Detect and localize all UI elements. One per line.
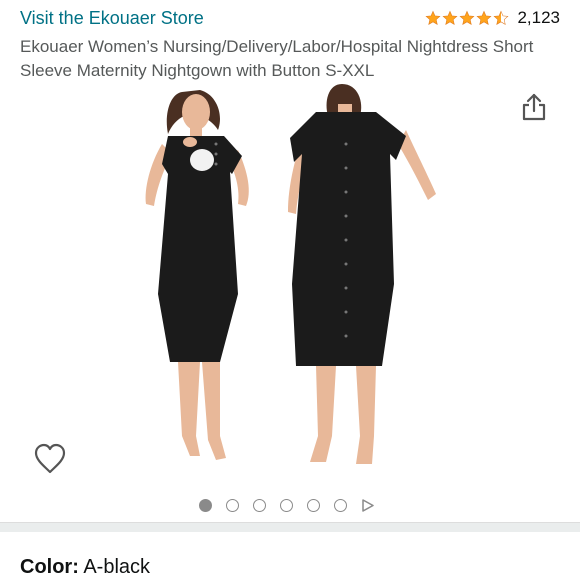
star-icon (459, 10, 475, 25)
gallery-pagination[interactable] (199, 499, 374, 512)
rating-count: 2,123 (517, 8, 560, 27)
gallery-dot-active[interactable] (199, 499, 212, 512)
half-star-icon (493, 10, 509, 25)
image-gallery[interactable] (0, 84, 580, 494)
product-title: Ekouaer Women’s Nursing/Delivery/Labor/H… (20, 37, 534, 80)
play-triangle-icon[interactable] (361, 499, 374, 512)
color-variation: Color: A-black (20, 556, 150, 579)
gallery-dot[interactable] (253, 499, 266, 512)
color-value: A-black (83, 556, 151, 578)
gallery-dot[interactable] (334, 499, 347, 512)
star-rating (425, 10, 509, 26)
section-divider (0, 522, 580, 532)
star-icon (425, 10, 441, 25)
store-link[interactable]: Visit the Ekouaer Store (20, 8, 204, 29)
product-header: Visit the Ekouaer Store 2,123 Ekouaer Wo… (0, 0, 580, 82)
gallery-dot[interactable] (307, 499, 320, 512)
share-icon[interactable] (520, 92, 548, 122)
rating[interactable]: 2,123 (425, 8, 560, 28)
front-model-figure (145, 90, 249, 460)
star-icon (442, 10, 458, 25)
back-model-figure (288, 84, 436, 464)
star-icon (476, 10, 492, 25)
heart-outline-icon[interactable] (32, 442, 68, 476)
product-image[interactable] (120, 84, 460, 494)
gallery-dot[interactable] (226, 499, 239, 512)
color-label: Color: (20, 556, 79, 578)
gallery-dot[interactable] (280, 499, 293, 512)
